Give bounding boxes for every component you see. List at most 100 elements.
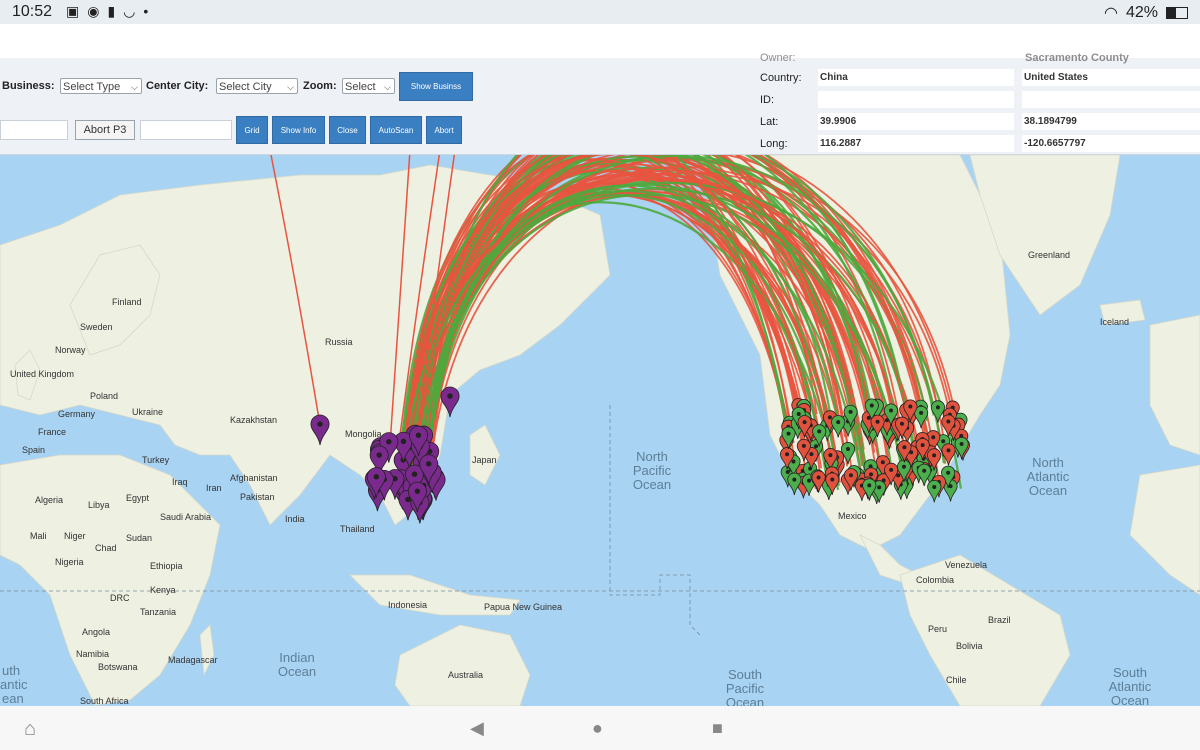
lat-b-value: 38.1894799 <box>1022 113 1200 130</box>
label-finland: Finland <box>112 297 142 307</box>
header-gap <box>0 24 1200 58</box>
map-canvas[interactable]: Finland Sweden Norway Russia United King… <box>0 155 1200 706</box>
center-city-select[interactable]: Select City ⌵ <box>216 78 298 94</box>
smile-icon: ◡ <box>123 3 136 19</box>
status-bar: 10:52 ▣ ◉ ▮ ◡ • ◠ 42% <box>0 0 1200 24</box>
country-a-value: China <box>818 69 1014 86</box>
label-namibia: Namibia <box>76 649 109 659</box>
label-madagascar: Madagascar <box>168 655 218 665</box>
label-mexico: Mexico <box>838 511 867 521</box>
label-mali: Mali <box>30 531 47 541</box>
lat-a-value: 39.9906 <box>818 113 1014 130</box>
battery-percent: 42% <box>1125 4 1158 21</box>
label-drc: DRC <box>110 593 130 603</box>
back-icon[interactable]: ◀ <box>470 718 484 739</box>
label-india: India <box>285 514 305 524</box>
owner-b-value: Sacramento County <box>1025 52 1129 64</box>
label-ethiopia: Ethiopia <box>150 561 183 571</box>
label-north-atlantic-1: North <box>1032 455 1064 470</box>
android-nav-bar: ⌂ ◀ ● ■ <box>0 706 1200 750</box>
label-south-africa: South Africa <box>80 696 129 706</box>
label-atlantic-left-2: antic <box>0 677 28 692</box>
label-atlantic-left-3: ean <box>2 691 24 706</box>
europe-right-land <box>1149 314 1200 456</box>
label-iraq: Iraq <box>172 477 188 487</box>
long-b-value: -120.6657797 <box>1022 135 1200 152</box>
label-poland: Poland <box>90 391 118 401</box>
label-egypt: Egypt <box>126 493 150 503</box>
abort-button[interactable]: Abort <box>426 116 462 144</box>
label-kazakhstan: Kazakhstan <box>230 415 277 425</box>
long-label: Long: <box>760 138 788 150</box>
battery-icon <box>1166 7 1188 19</box>
label-mongolia: Mongolia <box>345 429 382 439</box>
world-map[interactable]: Finland Sweden Norway Russia United King… <box>0 155 1200 706</box>
label-sudan: Sudan <box>126 533 152 543</box>
label-australia: Australia <box>448 670 483 680</box>
sd-card-icon: ▮ <box>107 3 116 19</box>
label-indian-ocean-1: Indian <box>279 650 314 665</box>
label-spain: Spain <box>22 445 45 455</box>
label-north-atlantic-2: Atlantic <box>1027 469 1070 484</box>
label-russia: Russia <box>325 337 353 347</box>
owner-label: Owner: <box>760 52 796 64</box>
label-norway: Norway <box>55 345 86 355</box>
label-south-pacific-3: Ocean <box>726 695 764 706</box>
label-niger: Niger <box>64 531 86 541</box>
madagascar-land <box>199 624 215 677</box>
label-libya: Libya <box>88 500 110 510</box>
label-algeria: Algeria <box>35 495 63 505</box>
grid-button[interactable]: Grid <box>236 116 268 144</box>
label-chile: Chile <box>946 675 967 685</box>
show-info-button[interactable]: Show Info <box>272 116 325 144</box>
label-united-kingdom: United Kingdom <box>10 369 74 379</box>
label-venezuela: Venezuela <box>945 560 987 570</box>
long-a-value: 116.2887 <box>818 135 1014 152</box>
autoscan-button[interactable]: AutoScan <box>370 116 422 144</box>
label-south-atlantic-3: Ocean <box>1111 693 1149 706</box>
center-city-label: Center City: <box>146 80 209 92</box>
label-south-atlantic-2: Atlantic <box>1109 679 1152 694</box>
home-icon[interactable]: ⌂ <box>24 718 36 741</box>
text-input-1[interactable] <box>0 120 68 140</box>
label-afghanistan: Afghanistan <box>230 473 278 483</box>
australia-land <box>394 624 531 706</box>
label-france: France <box>38 427 66 437</box>
label-north-atlantic-3: Ocean <box>1029 483 1067 498</box>
label-angola: Angola <box>82 627 110 637</box>
label-south-atlantic-1: South <box>1113 665 1147 680</box>
image-icon: ▣ <box>66 3 80 19</box>
business-select[interactable]: Select Type ⌵ <box>60 78 142 94</box>
country-b-value: United States <box>1022 69 1200 86</box>
label-pakistan: Pakistan <box>240 492 275 502</box>
country-label: Country: <box>760 72 802 84</box>
id-label: ID: <box>760 94 775 106</box>
abort-p3-button[interactable]: Abort P3 <box>75 120 135 140</box>
chevron-down-icon: ⌵ <box>287 82 294 92</box>
label-saudi-arabia: Saudi Arabia <box>160 512 211 522</box>
chevron-down-icon: ⌵ <box>384 82 391 92</box>
label-greenland: Greenland <box>1028 250 1070 260</box>
text-input-2[interactable] <box>140 120 232 140</box>
label-south-pacific-1: South <box>728 667 762 682</box>
id-b-value <box>1022 91 1200 108</box>
label-indian-ocean-2: Ocean <box>278 664 316 679</box>
recents-icon[interactable]: ■ <box>712 718 723 739</box>
lat-label: Lat: <box>760 116 779 128</box>
label-botswana: Botswana <box>98 662 138 672</box>
business-label: Business: <box>2 80 55 92</box>
dot-icon: • <box>143 3 149 19</box>
label-kenya: Kenya <box>150 585 176 595</box>
label-ukraine: Ukraine <box>132 407 163 417</box>
overview-icon[interactable]: ● <box>592 718 603 739</box>
location-pin <box>954 436 969 460</box>
show-business-button[interactable]: Show Businss <box>399 72 473 101</box>
label-peru: Peru <box>928 624 947 634</box>
zoom-label: Zoom: <box>303 80 337 92</box>
label-papua-new-guinea: Papua New Guinea <box>484 602 562 612</box>
label-brazil: Brazil <box>988 615 1011 625</box>
close-button[interactable]: Close <box>329 116 366 144</box>
label-indonesia: Indonesia <box>388 600 427 610</box>
label-iran: Iran <box>206 483 222 493</box>
zoom-select[interactable]: Select ⌵ <box>342 78 395 94</box>
